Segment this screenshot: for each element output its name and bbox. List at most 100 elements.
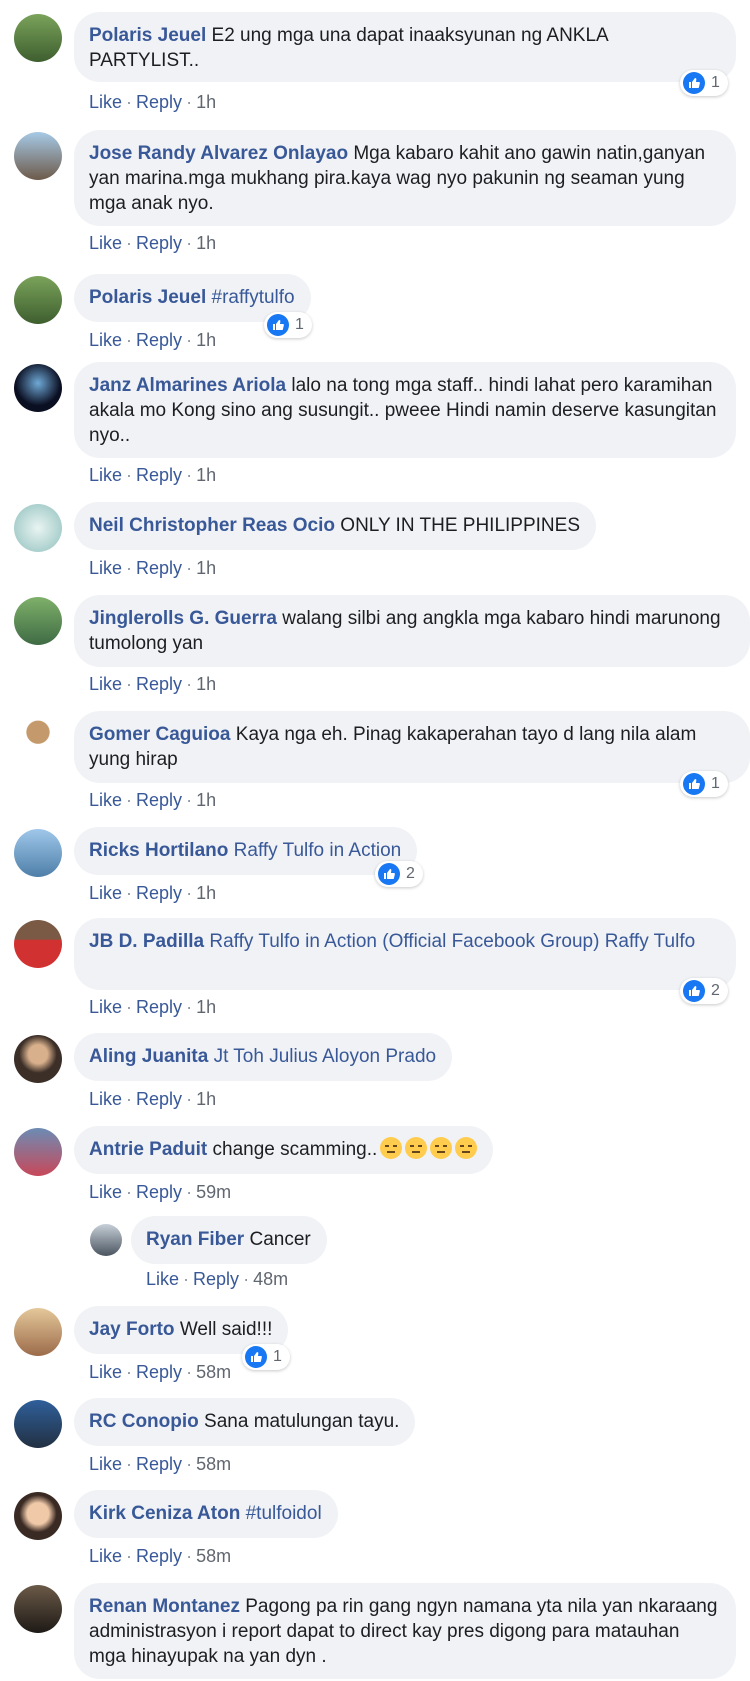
avatar[interactable] [14, 1492, 62, 1540]
like-link[interactable]: Like [89, 465, 122, 485]
reaction-count[interactable]: 1 [264, 312, 312, 338]
comment-author[interactable]: Gomer Caguioa [89, 724, 230, 745]
reaction-count[interactable]: 1 [680, 771, 728, 797]
reply-link[interactable]: Reply [136, 1182, 182, 1202]
avatar[interactable] [14, 1128, 62, 1176]
comment-time[interactable]: 1h [196, 330, 216, 350]
reaction-number: 1 [711, 74, 720, 91]
avatar[interactable] [14, 276, 62, 324]
like-link[interactable]: Like [89, 997, 122, 1017]
comment-author[interactable]: Jay Forto [89, 1319, 175, 1340]
like-link[interactable]: Like [89, 330, 122, 350]
comment-time[interactable]: 1h [196, 233, 216, 253]
avatar[interactable] [14, 597, 62, 645]
avatar[interactable] [14, 1585, 62, 1633]
like-link[interactable]: Like [89, 1362, 122, 1382]
comment-bubble: Janz Almarines Ariola lalo na tong mga s… [74, 362, 736, 458]
reply-link[interactable]: Reply [136, 233, 182, 253]
comment-time[interactable]: 1h [196, 1089, 216, 1109]
comment-time[interactable]: 1h [196, 465, 216, 485]
comment-author[interactable]: Polaris Jeuel [89, 25, 206, 46]
like-link[interactable]: Like [89, 233, 122, 253]
like-link[interactable]: Like [89, 1546, 122, 1566]
comment-bubble: Renan Montanez Pagong pa rin gang ngyn n… [74, 1583, 736, 1679]
comment-author[interactable]: Kirk Ceniza Aton [89, 1503, 240, 1524]
comment-time[interactable]: 1h [196, 790, 216, 810]
comment-time[interactable]: 1h [196, 92, 216, 112]
reaction-count[interactable]: 1 [242, 1344, 290, 1370]
like-link[interactable]: Like [89, 1454, 122, 1474]
reply-link[interactable]: Reply [136, 883, 182, 903]
comment-bubble: Neil Christopher Reas Ocio ONLY IN THE P… [74, 502, 596, 550]
unamused-emoji-icon [405, 1137, 428, 1159]
comment-author[interactable]: Jose Randy Alvarez Onlayao [89, 143, 348, 164]
reply-link[interactable]: Reply [136, 790, 182, 810]
reply-link[interactable]: Reply [136, 1089, 182, 1109]
like-link[interactable]: Like [146, 1269, 179, 1289]
avatar[interactable] [14, 1308, 62, 1356]
comment-author[interactable]: Neil Christopher Reas Ocio [89, 515, 335, 536]
like-link[interactable]: Like [89, 558, 122, 578]
reply-link[interactable]: Reply [136, 674, 182, 694]
avatar[interactable] [90, 1224, 122, 1256]
avatar[interactable] [14, 920, 62, 968]
comment-author[interactable]: Antrie Paduit [89, 1139, 207, 1160]
comment-bubble: Ricks Hortilano Raffy Tulfo in Action [74, 827, 418, 875]
like-reaction-icon [683, 72, 705, 94]
avatar[interactable] [14, 504, 62, 552]
comment-actions: Like · Reply · 1h [89, 558, 217, 578]
reply-link[interactable]: Reply [136, 465, 182, 485]
comment-time[interactable]: 59m [196, 1182, 231, 1202]
avatar[interactable] [14, 829, 62, 877]
avatar[interactable] [14, 132, 62, 180]
comment-author[interactable]: RC Conopio [89, 1411, 199, 1432]
comment-time[interactable]: 58m [196, 1546, 231, 1566]
tagged-link[interactable]: Jt Toh Julius Aloyon Prado [214, 1046, 437, 1067]
like-link[interactable]: Like [89, 883, 122, 903]
avatar[interactable] [14, 713, 62, 761]
reaction-count[interactable]: 2 [680, 978, 728, 1004]
reply-link[interactable]: Reply [136, 558, 182, 578]
comment-author[interactable]: Janz Almarines Ariola [89, 375, 286, 396]
comment-author[interactable]: Ryan Fiber [146, 1229, 244, 1250]
comment-actions: Like · Reply · 58m [89, 1454, 232, 1474]
reply-link[interactable]: Reply [136, 1362, 182, 1382]
reaction-count[interactable]: 2 [375, 861, 423, 887]
reply-link[interactable]: Reply [136, 997, 182, 1017]
avatar[interactable] [14, 1035, 62, 1083]
comment-author[interactable]: JB D. Padilla [89, 931, 204, 952]
reply-link[interactable]: Reply [136, 92, 182, 112]
comment-time[interactable]: 58m [196, 1362, 231, 1382]
reply-link[interactable]: Reply [136, 1546, 182, 1566]
hashtag-link[interactable]: #raffytulfo [212, 287, 295, 308]
comment-author[interactable]: Polaris Jeuel [89, 287, 206, 308]
comment-time[interactable]: 48m [253, 1269, 288, 1289]
avatar[interactable] [14, 364, 62, 412]
like-link[interactable]: Like [89, 1182, 122, 1202]
like-link[interactable]: Like [89, 92, 122, 112]
comment-actions: Like · Reply · 1h [89, 883, 217, 903]
comment-author[interactable]: Renan Montanez [89, 1596, 240, 1617]
comment-actions: Like · Reply · 59m [89, 1182, 232, 1202]
avatar[interactable] [14, 14, 62, 62]
like-link[interactable]: Like [89, 790, 122, 810]
reply-link[interactable]: Reply [193, 1269, 239, 1289]
reaction-count[interactable]: 1 [680, 70, 728, 96]
like-link[interactable]: Like [89, 1089, 122, 1109]
reply-link[interactable]: Reply [136, 1454, 182, 1474]
avatar[interactable] [14, 1400, 62, 1448]
comment-time[interactable]: 1h [196, 997, 216, 1017]
reply-link[interactable]: Reply [136, 330, 182, 350]
comment-author[interactable]: Ricks Hortilano [89, 840, 228, 861]
unamused-emoji-icon [430, 1137, 453, 1159]
hashtag-link[interactable]: #tulfoidol [246, 1503, 322, 1524]
tagged-link[interactable]: Raffy Tulfo in Action (Official Facebook… [209, 931, 695, 952]
tagged-link[interactable]: Raffy Tulfo in Action [234, 840, 402, 861]
comment-time[interactable]: 1h [196, 883, 216, 903]
like-link[interactable]: Like [89, 674, 122, 694]
comment-time[interactable]: 1h [196, 674, 216, 694]
comment-author[interactable]: Aling Juanita [89, 1046, 208, 1067]
comment-time[interactable]: 1h [196, 558, 216, 578]
comment-time[interactable]: 58m [196, 1454, 231, 1474]
comment-author[interactable]: Jinglerolls G. Guerra [89, 608, 277, 629]
